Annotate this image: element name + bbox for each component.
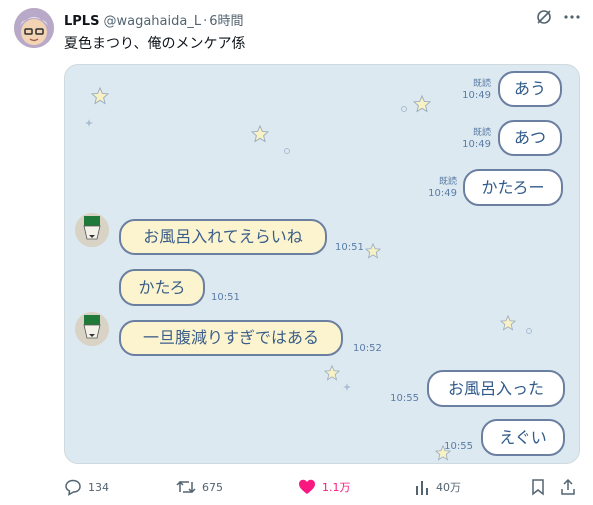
views-button[interactable]: 40万: [414, 478, 461, 496]
post-image-chat[interactable]: 既読 10:49 あう 既読 10:49 あつ 既読 10:49 かたろー お風…: [64, 64, 580, 464]
message-meta: 既読 10:49: [428, 177, 457, 201]
author-avatar[interactable]: [14, 8, 54, 48]
message-meta: 10:55: [444, 441, 473, 454]
star-decoration-icon: [365, 243, 381, 259]
star-decoration-icon: [251, 125, 269, 143]
sender-avatar[interactable]: [75, 312, 109, 346]
sparkle-decoration-icon: [85, 119, 93, 127]
sender-avatar[interactable]: [75, 213, 109, 247]
star-decoration-icon: [324, 365, 340, 381]
message-text: お風呂入った: [447, 378, 544, 398]
post-time[interactable]: 6時間: [209, 10, 243, 29]
message-text: あつ: [513, 128, 546, 147]
message-meta: 10:55: [390, 393, 419, 406]
message-meta: 10:51: [211, 292, 240, 305]
share-button[interactable]: [560, 478, 576, 496]
message-time: 10:52: [353, 343, 382, 354]
message-text: あう: [513, 79, 546, 98]
message-meta: 既読 10:49: [462, 128, 491, 152]
message-time: 10:51: [335, 242, 364, 253]
repost-icon: [176, 480, 196, 494]
star-decoration-icon: [91, 87, 109, 105]
read-receipt: 既読: [472, 128, 491, 138]
more-options-icon[interactable]: [563, 8, 581, 26]
message-time: 10:49: [428, 188, 457, 200]
message-time: 10:55: [390, 393, 419, 404]
message-text: お風呂入れてえらいね: [143, 227, 303, 246]
message-text: かたろ: [138, 277, 186, 297]
chat-bubble-sent: お風呂入った: [427, 370, 565, 407]
post-text: 夏色まつり、俺のメンケア係: [64, 36, 246, 52]
repost-count: 675: [202, 480, 223, 494]
reply-button[interactable]: 134: [64, 478, 109, 496]
message-meta: 10:51: [335, 242, 364, 255]
sparkle-decoration-icon: [526, 328, 532, 334]
chat-bubble-sent: あう: [498, 71, 562, 107]
sparkle-decoration-icon: [401, 106, 407, 112]
star-decoration-icon: [500, 315, 516, 331]
share-icon: [561, 478, 575, 495]
message-text: 一旦腹減りすぎではある: [142, 328, 319, 347]
like-button[interactable]: 1.1万: [298, 478, 351, 496]
message-time: 10:55: [444, 441, 473, 452]
read-receipt: 既読: [472, 79, 491, 89]
repost-button[interactable]: 675: [176, 478, 223, 496]
message-time: 10:51: [211, 292, 240, 303]
separator-dot: ·: [203, 14, 208, 29]
message-text: えぐい: [499, 427, 547, 447]
grok-icon[interactable]: [535, 8, 553, 26]
message-meta: 10:52: [353, 343, 382, 356]
chat-bubble-sent: あつ: [498, 120, 562, 156]
view-count: 40万: [436, 481, 461, 494]
bar-chart-icon: [416, 481, 428, 495]
heart-icon: [299, 479, 315, 494]
chat-bubble-received: お風呂入れてえらいね: [119, 219, 327, 255]
bookmark-icon: [532, 479, 544, 496]
message-time: 10:49: [462, 139, 491, 151]
sparkle-decoration-icon: [284, 148, 290, 154]
chat-bubble-received: 一旦腹減りすぎではある: [119, 320, 343, 356]
reply-icon: [65, 479, 81, 496]
chat-bubble-sent: かたろー: [463, 169, 563, 206]
post-header: LPLS @wagahaida_L · 6時間: [64, 10, 244, 29]
read-receipt: 既読: [438, 177, 457, 187]
display-name[interactable]: LPLS: [64, 14, 99, 29]
bookmark-button[interactable]: [530, 478, 546, 496]
sparkle-decoration-icon: [343, 383, 351, 391]
post-action-bar: 134 675 1.1万 40万: [64, 476, 581, 498]
like-count: 1.1万: [322, 481, 351, 494]
user-handle[interactable]: @wagahaida_L: [103, 14, 201, 29]
reply-count: 134: [88, 480, 109, 494]
chat-bubble-sent: えぐい: [481, 419, 565, 456]
star-decoration-icon: [413, 95, 431, 113]
post-top-actions: [535, 8, 581, 26]
message-meta: 既読 10:49: [462, 79, 491, 103]
message-time: 10:49: [462, 90, 491, 102]
message-text: かたろー: [481, 177, 545, 197]
chat-bubble-received: かたろ: [119, 269, 205, 306]
